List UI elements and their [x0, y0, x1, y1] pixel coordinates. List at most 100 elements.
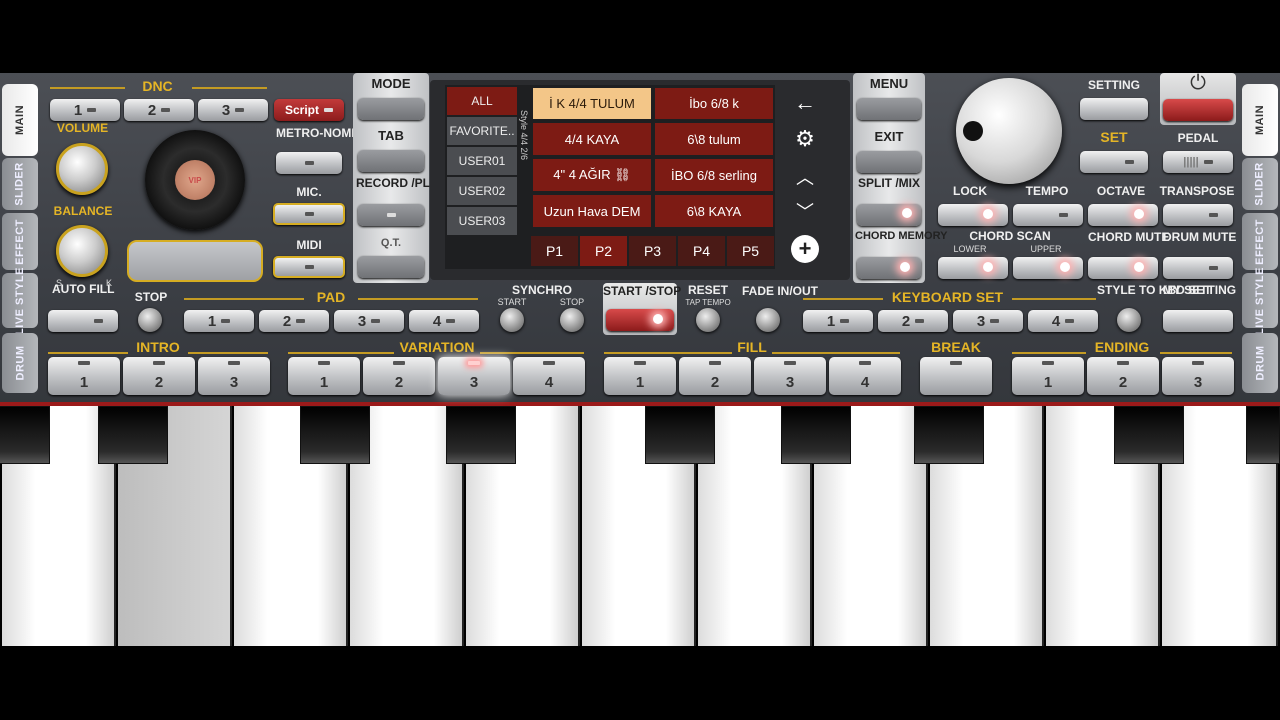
- tab-drum-right[interactable]: DRUM: [1242, 333, 1278, 393]
- category-favorite[interactable]: FAVORITE..: [447, 117, 517, 145]
- variation-button-3[interactable]: 3: [438, 357, 510, 395]
- intro-button-1[interactable]: 1: [48, 357, 120, 395]
- style-item[interactable]: 4/4 KAYA: [533, 123, 651, 155]
- tab-effect-right[interactable]: EFFECT: [1242, 213, 1278, 270]
- category-user01[interactable]: USER01: [447, 147, 517, 175]
- page-button-p5[interactable]: P5: [727, 236, 774, 266]
- lock-button[interactable]: [938, 204, 1008, 226]
- style-item[interactable]: İ K 4/4 TULUM: [533, 88, 651, 119]
- ending-button-3[interactable]: 3: [1162, 357, 1234, 395]
- ending-button-2[interactable]: 2: [1087, 357, 1159, 395]
- black-key[interactable]: [98, 406, 168, 464]
- plus-icon[interactable]: +: [779, 232, 831, 266]
- tab-main-left[interactable]: MAIN: [2, 84, 38, 156]
- chord-memory-button[interactable]: [857, 257, 921, 279]
- chevron-up-icon[interactable]: ︿: [779, 160, 831, 194]
- style-item[interactable]: İBO 6/8 serling: [655, 159, 773, 191]
- black-key[interactable]: [0, 406, 50, 464]
- pad-button-2[interactable]: 2: [259, 310, 329, 332]
- category-all[interactable]: ALL: [447, 87, 517, 115]
- my-setting-button[interactable]: [1163, 310, 1233, 332]
- octave-button[interactable]: [1088, 204, 1158, 226]
- tab-slider-right[interactable]: SLIDER: [1242, 158, 1278, 210]
- fill-button-4[interactable]: 4: [829, 357, 901, 395]
- black-key[interactable]: [645, 406, 715, 464]
- synchro-start-knob[interactable]: [500, 308, 524, 332]
- chord-scan-upper-button[interactable]: [1013, 257, 1083, 279]
- auto-fill-button[interactable]: [48, 310, 118, 332]
- tab-main-right[interactable]: MAIN: [1242, 84, 1278, 156]
- dnc-button-1[interactable]: 1: [50, 99, 120, 121]
- black-key[interactable]: [300, 406, 370, 464]
- qt-button[interactable]: [358, 256, 424, 278]
- fade-knob[interactable]: [756, 308, 780, 332]
- style-item[interactable]: Uzun Hava DEM: [533, 195, 651, 227]
- page-button-p2[interactable]: P2: [580, 236, 627, 266]
- keyboard-set-button-1[interactable]: 1: [803, 310, 873, 332]
- intro-button-3[interactable]: 3: [198, 357, 270, 395]
- gear-icon[interactable]: ⚙: [779, 122, 831, 156]
- variation-button-2[interactable]: 2: [363, 357, 435, 395]
- style-item[interactable]: 4" 4 AĞIR ⛓: [533, 159, 651, 191]
- ending-button-1[interactable]: 1: [1012, 357, 1084, 395]
- fill-button-2[interactable]: 2: [679, 357, 751, 395]
- back-arrow-icon[interactable]: ←: [779, 86, 831, 120]
- script-button[interactable]: Script: [274, 99, 344, 121]
- variation-button-4[interactable]: 4: [513, 357, 585, 395]
- mic-button[interactable]: [273, 203, 345, 225]
- style-item[interactable]: 6\8 tulum: [655, 123, 773, 155]
- metronome-button[interactable]: [276, 152, 342, 174]
- menu-button[interactable]: [857, 98, 921, 120]
- page-button-p4[interactable]: P4: [678, 236, 725, 266]
- balance-knob[interactable]: [56, 225, 108, 277]
- black-key[interactable]: [446, 406, 516, 464]
- lyrics-display[interactable]: [127, 240, 263, 282]
- tab-live-style-right[interactable]: LIVE STYLE: [1242, 267, 1278, 334]
- exit-button[interactable]: [857, 151, 921, 173]
- style-item[interactable]: İbo 6/8 k: [655, 88, 773, 119]
- set-button[interactable]: [1080, 151, 1148, 173]
- record-play-button[interactable]: [358, 204, 424, 226]
- tab-drum-left[interactable]: DRUM: [2, 333, 38, 393]
- page-button-p1[interactable]: P1: [531, 236, 578, 266]
- pad-button-3[interactable]: 3: [334, 310, 404, 332]
- chord-scan-lower-button[interactable]: [938, 257, 1008, 279]
- keyboard-set-button-3[interactable]: 3: [953, 310, 1023, 332]
- mode-button[interactable]: [358, 98, 424, 120]
- fill-button-1[interactable]: 1: [604, 357, 676, 395]
- synchro-stop-knob[interactable]: [560, 308, 584, 332]
- setting-button[interactable]: [1080, 98, 1148, 120]
- black-key[interactable]: [781, 406, 851, 464]
- category-user02[interactable]: USER02: [447, 177, 517, 205]
- midi-button[interactable]: [273, 256, 345, 278]
- reset-knob[interactable]: [696, 308, 720, 332]
- pedal-button[interactable]: |||||: [1163, 151, 1233, 173]
- black-key[interactable]: [914, 406, 984, 464]
- intro-button-2[interactable]: 2: [123, 357, 195, 395]
- black-key[interactable]: [1246, 406, 1280, 464]
- break-button[interactable]: [920, 357, 992, 395]
- chevron-down-icon[interactable]: ﹀: [779, 194, 831, 228]
- tab-slider-left[interactable]: SLIDER: [2, 158, 38, 210]
- variation-button-1[interactable]: 1: [288, 357, 360, 395]
- tab-live-style-left[interactable]: LIVE STYLE: [2, 267, 38, 334]
- tab-button[interactable]: [358, 150, 424, 172]
- style-to-kbd-knob[interactable]: [1117, 308, 1141, 332]
- style-item[interactable]: 6\8 KAYA: [655, 195, 773, 227]
- keyboard-set-button-4[interactable]: 4: [1028, 310, 1098, 332]
- keyboard-set-button-2[interactable]: 2: [878, 310, 948, 332]
- pad-button-1[interactable]: 1: [184, 310, 254, 332]
- power-icon[interactable]: ⏻: [1186, 72, 1210, 95]
- stop-knob[interactable]: [138, 308, 162, 332]
- tempo-button[interactable]: [1013, 204, 1083, 226]
- pad-button-4[interactable]: 4: [409, 310, 479, 332]
- power-button[interactable]: [1163, 99, 1233, 121]
- transpose-button[interactable]: [1163, 204, 1233, 226]
- volume-knob[interactable]: [56, 143, 108, 195]
- fill-button-3[interactable]: 3: [754, 357, 826, 395]
- start-stop-button[interactable]: [606, 309, 674, 331]
- page-button-p3[interactable]: P3: [629, 236, 676, 266]
- category-user03[interactable]: USER03: [447, 207, 517, 235]
- dnc-button-3[interactable]: 3: [198, 99, 268, 121]
- black-key[interactable]: [1114, 406, 1184, 464]
